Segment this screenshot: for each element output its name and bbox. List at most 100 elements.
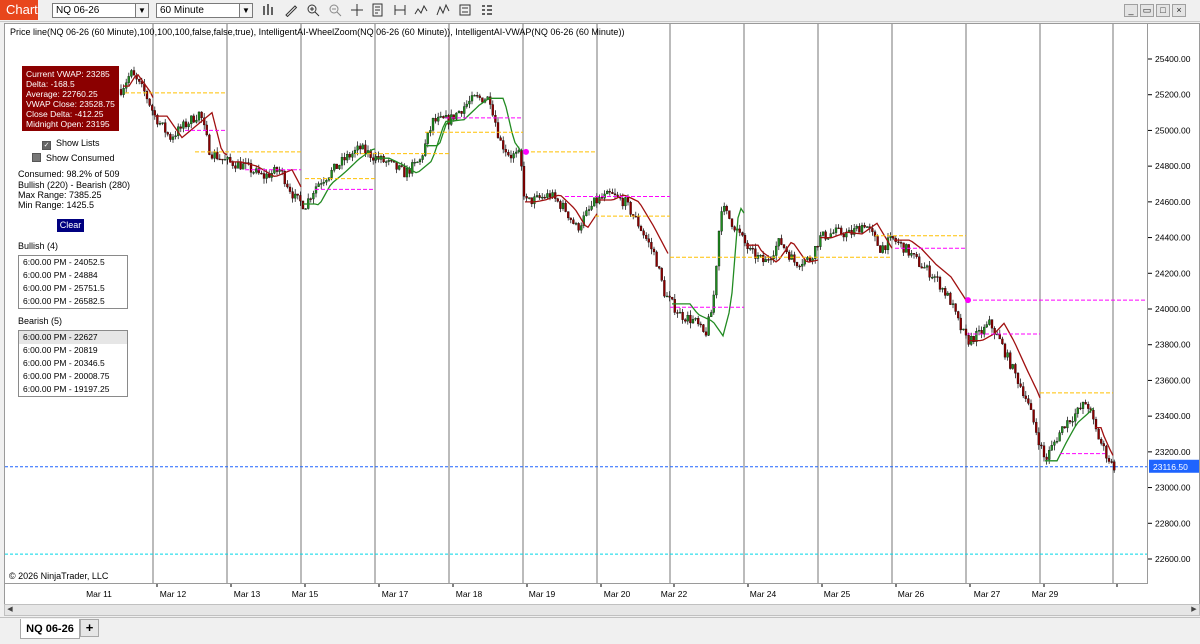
candle-body bbox=[645, 234, 648, 239]
vwap-line bbox=[1045, 407, 1094, 462]
candle-body bbox=[931, 276, 934, 279]
candle-body bbox=[944, 288, 947, 296]
bullish-list-item[interactable]: 6:00.00 PM - 26582.5 bbox=[19, 295, 127, 308]
candle-body bbox=[119, 89, 123, 95]
bullish-list-item[interactable]: 6:00.00 PM - 25751.5 bbox=[19, 282, 127, 295]
candle-body bbox=[749, 248, 752, 250]
draw-icon[interactable] bbox=[283, 3, 299, 19]
candle-body bbox=[834, 227, 838, 233]
close-delta: Close Delta: -412.25 bbox=[26, 109, 104, 119]
bar-type-icon[interactable] bbox=[261, 3, 277, 19]
candle-body bbox=[1040, 444, 1043, 447]
candle-body bbox=[668, 295, 671, 298]
strategies-icon[interactable] bbox=[435, 3, 451, 19]
chart-tab[interactable]: Chart bbox=[0, 0, 38, 20]
crosshair-icon[interactable] bbox=[349, 3, 365, 19]
candle-body bbox=[564, 202, 567, 212]
show-lists-checkbox[interactable]: ✓ Show Lists bbox=[42, 138, 100, 150]
candle-body bbox=[1055, 441, 1059, 443]
checkbox-checked-icon[interactable]: ✓ bbox=[42, 141, 51, 150]
candle-body bbox=[330, 170, 333, 178]
bearish-list[interactable]: 6:00.00 PM - 22627 6:00.00 PM - 20819 6:00… bbox=[18, 330, 128, 397]
bearish-title: Bearish (5) bbox=[18, 316, 63, 326]
restore-icon[interactable]: ▭ bbox=[1140, 4, 1154, 17]
chevron-down-icon[interactable]: ▼ bbox=[239, 4, 252, 17]
candle-body bbox=[411, 162, 414, 174]
candle-body bbox=[1084, 402, 1087, 405]
clear-button[interactable]: Clear bbox=[57, 219, 84, 232]
candle-body bbox=[218, 158, 221, 161]
zoom-out-icon[interactable] bbox=[327, 3, 343, 19]
candle-body bbox=[132, 70, 136, 76]
candle-body bbox=[1001, 338, 1004, 345]
bull-bear-info: Bullish (220) - Bearish (280) bbox=[18, 180, 131, 190]
candle-body bbox=[720, 211, 723, 232]
maximize-icon[interactable]: □ bbox=[1156, 4, 1170, 17]
candle-body bbox=[1076, 407, 1079, 414]
properties-icon[interactable] bbox=[370, 3, 386, 19]
candle-body bbox=[239, 161, 242, 170]
scroll-left-icon[interactable]: ◀ bbox=[5, 605, 15, 615]
bearish-list-item[interactable]: 6:00.00 PM - 20008.75 bbox=[19, 370, 127, 383]
bearish-list-item[interactable]: 6:00.00 PM - 22627 bbox=[19, 331, 127, 344]
vwap-average: Average: 22760.25 bbox=[26, 89, 98, 99]
candle-body bbox=[998, 333, 1001, 340]
bullish-list[interactable]: 6:00.00 PM - 24052.5 6:00.00 PM - 24884 6:… bbox=[18, 255, 128, 309]
candle-body bbox=[762, 255, 765, 263]
candle-body bbox=[660, 268, 663, 281]
vwap-line bbox=[425, 97, 522, 152]
candle-body bbox=[1029, 403, 1033, 410]
bearish-list-item[interactable]: 6:00.00 PM - 20819 bbox=[19, 344, 127, 357]
candle-body bbox=[738, 228, 741, 233]
x-tick-label: Mar 18 bbox=[456, 589, 483, 599]
bullish-list-item[interactable]: 6:00.00 PM - 24884 bbox=[19, 269, 127, 282]
candle-body bbox=[322, 181, 325, 184]
indicators-icon[interactable] bbox=[413, 3, 429, 19]
data-box-icon[interactable] bbox=[392, 3, 408, 19]
candle-body bbox=[520, 150, 523, 167]
candle-body bbox=[912, 253, 916, 255]
templates-icon[interactable] bbox=[457, 3, 473, 19]
candle-body bbox=[899, 242, 903, 244]
scroll-right-icon[interactable]: ▶ bbox=[1189, 605, 1199, 615]
candle-body bbox=[1045, 456, 1048, 460]
instrument-selector[interactable]: NQ 06-26 ▼ bbox=[52, 3, 149, 18]
candle-body bbox=[463, 106, 466, 114]
candle-body bbox=[580, 225, 583, 231]
candle-body bbox=[964, 328, 968, 336]
bearish-list-item[interactable]: 6:00.00 PM - 19197.25 bbox=[19, 383, 127, 396]
bearish-list-item[interactable]: 6:00.00 PM - 20346.5 bbox=[19, 357, 127, 370]
candle-body bbox=[1011, 364, 1014, 369]
close-icon[interactable]: × bbox=[1172, 4, 1186, 17]
candle-body bbox=[920, 266, 923, 269]
candle-body bbox=[340, 157, 344, 166]
chevron-down-icon[interactable]: ▼ bbox=[135, 4, 148, 17]
candle-body bbox=[179, 126, 182, 129]
candle-body bbox=[1074, 413, 1077, 422]
vwap-info-box: Current VWAP: 23285 Delta: -168.5 Averag… bbox=[22, 66, 119, 131]
candle-body bbox=[301, 200, 305, 210]
chart-panel[interactable]: Price line(NQ 06-26 (60 Minute),100,100,… bbox=[4, 23, 1148, 584]
time-axis[interactable]: Mar 11 Mar 12 Mar 13 Mar 15 Mar 17 Mar 18 Mar … bbox=[4, 584, 1200, 604]
bullish-list-item[interactable]: 6:00.00 PM - 24052.5 bbox=[19, 256, 127, 269]
candle-body bbox=[626, 197, 630, 203]
minimize-icon[interactable]: _ bbox=[1124, 4, 1138, 17]
price-chart[interactable] bbox=[5, 24, 1148, 584]
horizontal-scrollbar[interactable]: ◀ ▶ bbox=[4, 604, 1200, 616]
candle-body bbox=[1102, 443, 1105, 447]
instrument-tab[interactable]: NQ 06-26 bbox=[20, 619, 80, 639]
add-tab-button[interactable]: + bbox=[80, 619, 99, 637]
checkbox-icon[interactable] bbox=[32, 153, 41, 162]
candle-body bbox=[1105, 445, 1108, 459]
interval-selector[interactable]: 60 Minute ▼ bbox=[156, 3, 253, 18]
price-axis[interactable]: 25400.00 25200.00 25000.00 24800.00 24600.00… bbox=[1148, 23, 1200, 584]
candle-body bbox=[169, 134, 172, 140]
x-tick-label: Mar 15 bbox=[292, 589, 319, 599]
zoom-in-icon[interactable] bbox=[305, 3, 321, 19]
candle-body bbox=[905, 244, 908, 253]
consumed-info: Consumed: 98.2% of 509 bbox=[18, 169, 120, 179]
grid-icon[interactable] bbox=[479, 3, 495, 19]
candle-body bbox=[161, 122, 164, 124]
candle-body bbox=[832, 232, 835, 234]
show-consumed-checkbox[interactable]: Show Consumed bbox=[32, 153, 115, 163]
